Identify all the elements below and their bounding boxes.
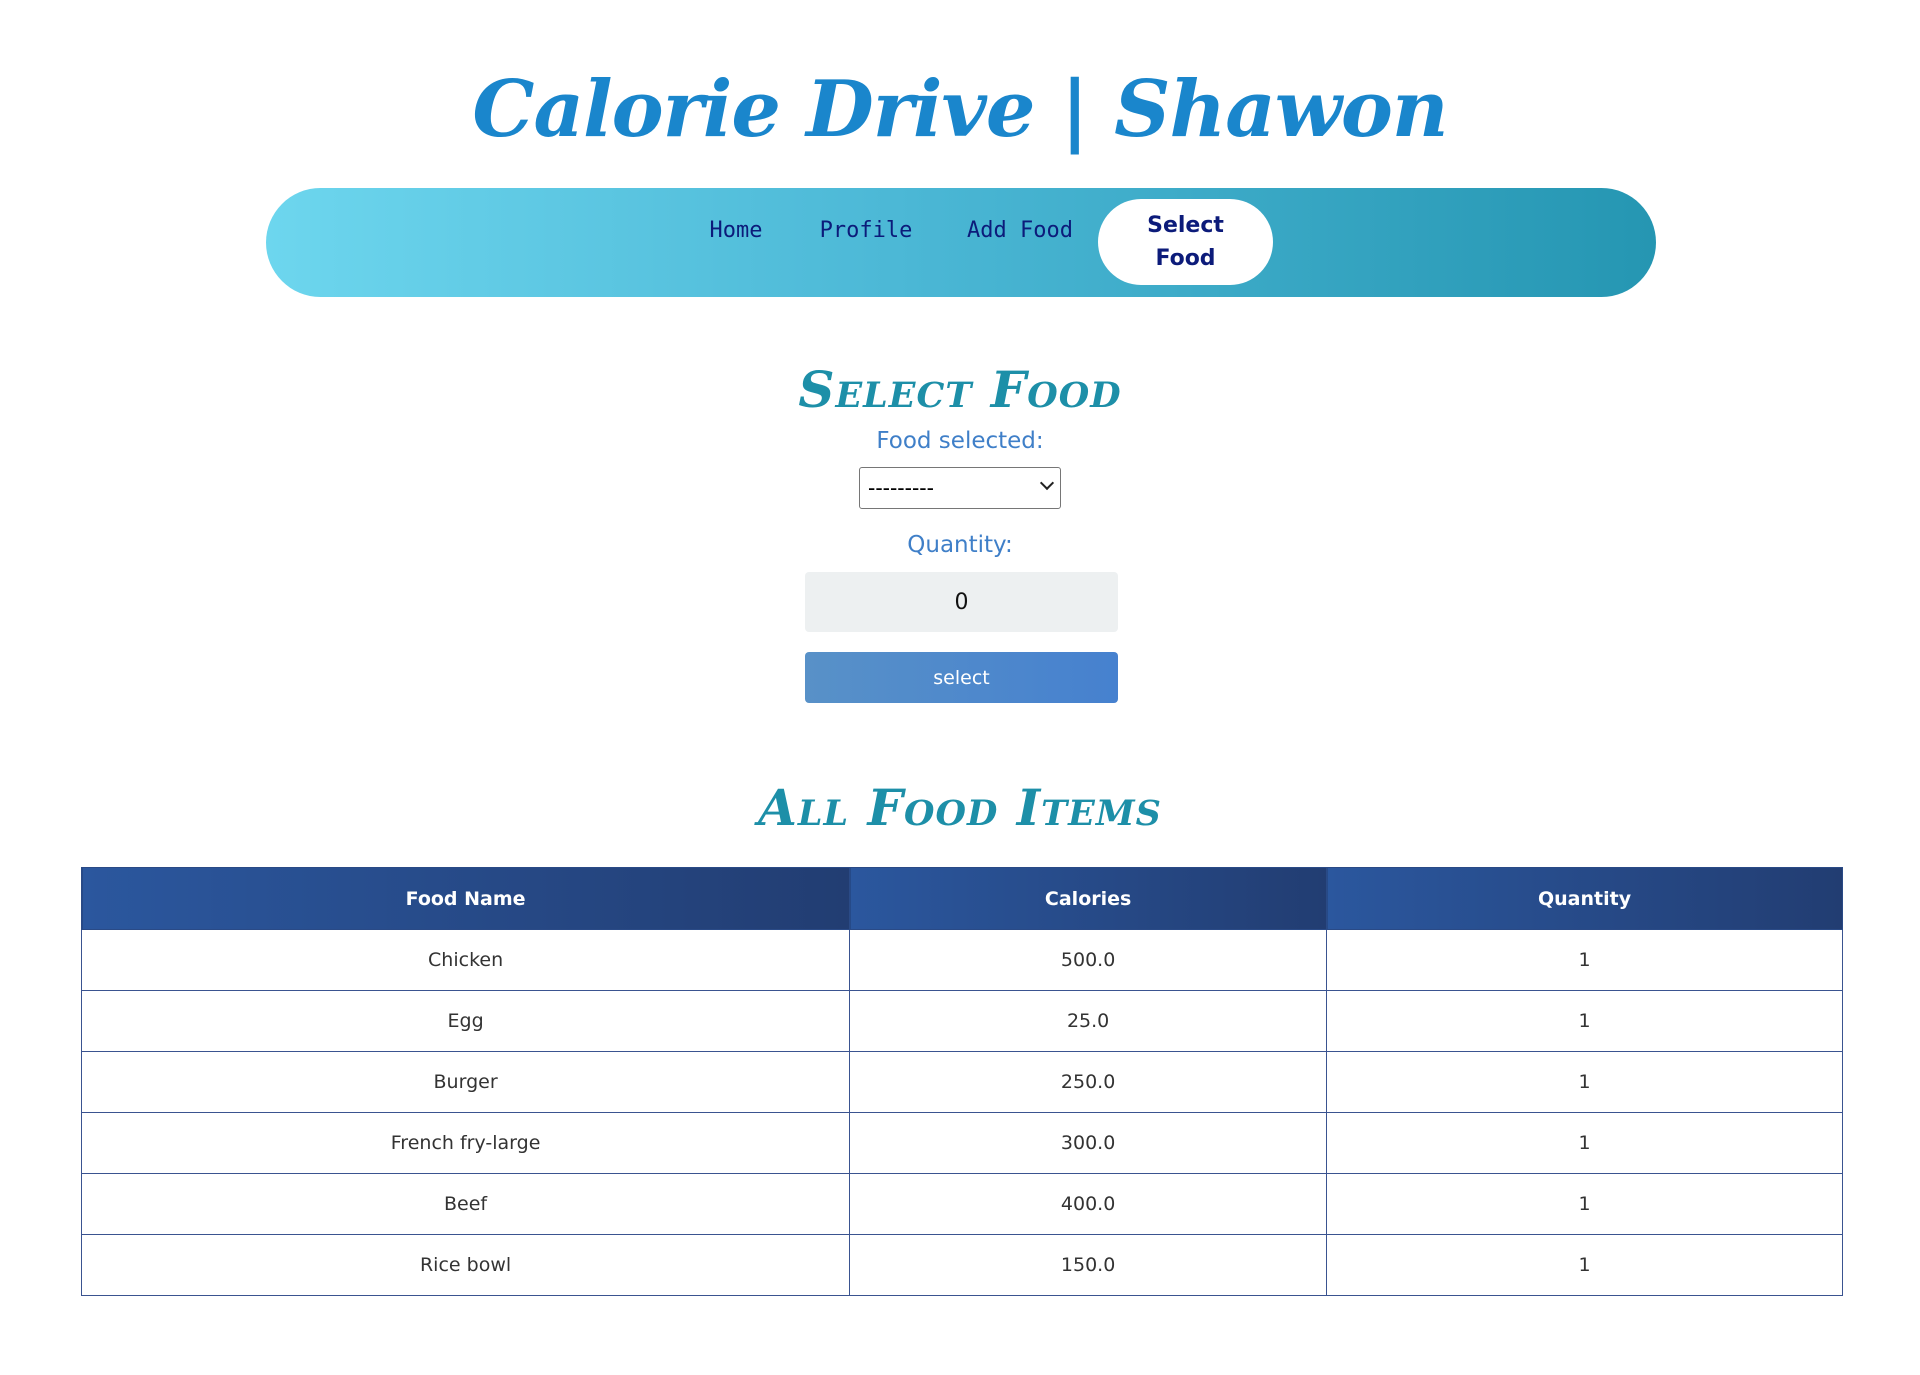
quantity-cell: 1: [1326, 1112, 1843, 1174]
nav-home-link[interactable]: Home: [676, 176, 796, 285]
page: Calorie Drive | Shawon Home Profile Add …: [0, 0, 1920, 1375]
chevron-down-icon: [1039, 475, 1055, 491]
nav-add-food-link[interactable]: Add Food: [950, 176, 1090, 285]
food-name-cell: Rice bowl: [80, 1234, 851, 1296]
select-food-heading: Select Food: [798, 360, 1122, 419]
food-select-value: ---------: [868, 475, 934, 500]
table-row: Egg 25.0 1: [80, 990, 1843, 1052]
calories-cell: 500.0: [849, 929, 1328, 991]
table-header-row: Food Name Calories Quantity: [80, 867, 1843, 930]
calories-cell: 250.0: [849, 1051, 1328, 1113]
food-name-cell: Burger: [80, 1051, 851, 1113]
site-title: Calorie Drive | Shawon: [472, 64, 1448, 155]
column-header-quantity: Quantity: [1326, 867, 1843, 930]
table-row: Burger 250.0 1: [80, 1051, 1843, 1113]
table-row: French fry-large 300.0 1: [80, 1112, 1843, 1174]
column-header-food-name: Food Name: [80, 867, 851, 930]
food-items-table: Food Name Calories Quantity Chicken 500.…: [80, 867, 1843, 1296]
nav-select-food-label: Select Food: [1147, 213, 1224, 271]
nav-profile-link[interactable]: Profile: [806, 176, 926, 285]
nav-select-food-link[interactable]: Select Food: [1098, 199, 1273, 285]
quantity-input[interactable]: 0: [805, 572, 1118, 632]
food-select-dropdown[interactable]: ---------: [859, 467, 1061, 509]
quantity-label: Quantity:: [907, 532, 1013, 558]
quantity-cell: 1: [1326, 929, 1843, 991]
food-name-cell: Chicken: [80, 929, 851, 991]
calories-cell: 400.0: [849, 1173, 1328, 1235]
calories-cell: 25.0: [849, 990, 1328, 1052]
select-button[interactable]: select: [805, 652, 1118, 703]
food-selected-label: Food selected:: [876, 428, 1044, 454]
table-row: Rice bowl 150.0 1: [80, 1234, 1843, 1296]
quantity-value: 0: [954, 589, 969, 615]
calories-cell: 150.0: [849, 1234, 1328, 1296]
quantity-cell: 1: [1326, 1173, 1843, 1235]
table-row: Beef 400.0 1: [80, 1173, 1843, 1235]
quantity-cell: 1: [1326, 990, 1843, 1052]
food-name-cell: Beef: [80, 1173, 851, 1235]
column-header-calories: Calories: [849, 867, 1328, 930]
all-food-items-heading: All Food Items: [758, 778, 1162, 837]
quantity-cell: 1: [1326, 1234, 1843, 1296]
quantity-cell: 1: [1326, 1051, 1843, 1113]
table-row: Chicken 500.0 1: [80, 929, 1843, 991]
main-navbar: Home Profile Add Food Select Food: [266, 188, 1656, 297]
food-name-cell: Egg: [80, 990, 851, 1052]
food-name-cell: French fry-large: [80, 1112, 851, 1174]
calories-cell: 300.0: [849, 1112, 1328, 1174]
